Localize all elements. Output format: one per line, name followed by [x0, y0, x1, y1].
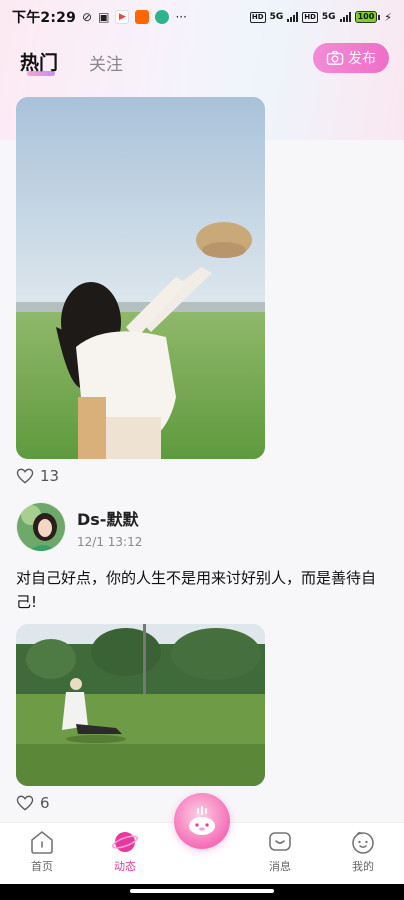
battery-level: 100	[354, 11, 378, 23]
status-bar: 下午2:29 ⊘ ▣ ▶ ··· HD 5G HD 5G 100 ⚡	[0, 0, 404, 34]
network-label-2: 5G	[321, 12, 336, 22]
post-time: 12/1 13:12	[77, 534, 143, 549]
more-notifications-icon: ···	[175, 10, 187, 24]
nav-moments[interactable]: 动态	[95, 829, 155, 874]
nav-moments-label: 动态	[114, 860, 136, 873]
author-name[interactable]: Ds-默默	[77, 506, 142, 530]
home-icon	[31, 831, 53, 854]
girl-in-field-photo	[16, 97, 265, 459]
hd-badge: HD	[249, 11, 266, 23]
signal-icon-2	[339, 12, 351, 22]
post-photo-1[interactable]	[16, 97, 265, 459]
avatar[interactable]	[16, 502, 66, 552]
alarm-off-icon: ⊘	[82, 10, 93, 24]
nfc-icon: ▣	[98, 10, 110, 24]
post1-like[interactable]: 13	[16, 467, 59, 485]
mi-app-icon	[135, 10, 150, 24]
tab-hot[interactable]: 热门	[20, 48, 58, 75]
publish-label: 发布	[348, 51, 376, 67]
nav-profile[interactable]: 我的	[333, 829, 393, 874]
tab-follow[interactable]: 关注	[89, 50, 123, 75]
post2-author[interactable]: Ds-默默 12/1 13:12	[16, 502, 142, 552]
planet-icon	[112, 832, 138, 852]
post-photo-2[interactable]	[16, 624, 265, 786]
heart-icon	[16, 468, 34, 484]
nav-home[interactable]: 首页	[12, 829, 72, 874]
profile-icon	[352, 831, 374, 854]
girl-sitting-on-grass-photo	[16, 624, 265, 786]
message-icon	[269, 832, 291, 851]
top-header: 热门 关注 发布	[0, 40, 404, 84]
iqiyi-app-icon	[155, 10, 170, 24]
charging-icon: ⚡	[384, 10, 392, 24]
mascot-icon	[189, 806, 215, 835]
post2-like[interactable]: 6	[16, 794, 50, 812]
post1-like-count: 13	[40, 467, 60, 485]
heart-icon	[16, 795, 34, 811]
nav-messages-label: 消息	[269, 860, 291, 873]
nav-profile-label: 我的	[352, 860, 374, 873]
avatar-image	[17, 503, 65, 551]
nav-home-label: 首页	[31, 860, 53, 873]
network-label: 5G	[269, 12, 284, 22]
post2-like-count: 6	[40, 794, 50, 812]
home-indicator[interactable]	[130, 889, 274, 893]
publish-button[interactable]: 发布	[313, 43, 389, 73]
camera-icon	[326, 50, 344, 65]
status-time: 下午2:29	[12, 10, 77, 26]
signal-icon	[287, 12, 299, 22]
nav-messages[interactable]: 消息	[250, 829, 310, 874]
post2-text[interactable]: 对自己好点，你的人生不是用来讨好别人，而是善待自己!	[16, 566, 388, 614]
battery-icon: 100	[354, 11, 381, 23]
video-app-icon: ▶	[115, 10, 130, 24]
center-voice-button[interactable]	[174, 793, 230, 849]
hd-badge-2: HD	[302, 11, 318, 23]
